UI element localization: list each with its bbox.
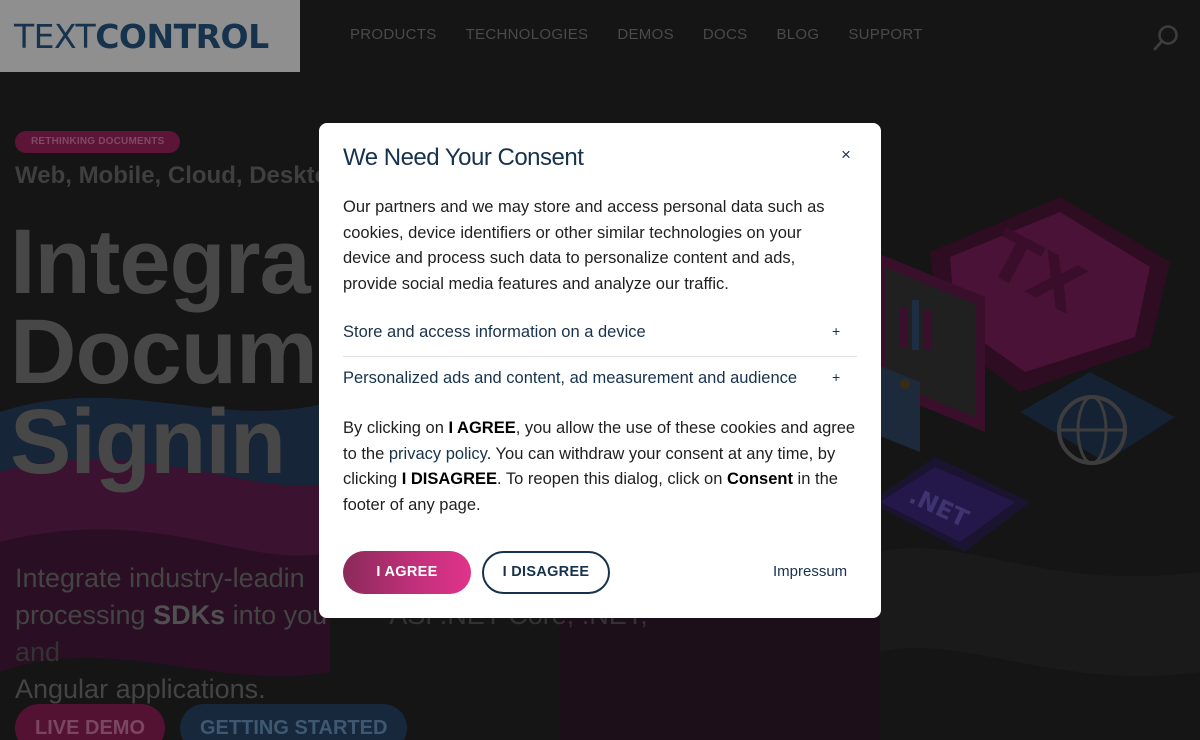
note-disagree-word: I DISAGREE (401, 470, 498, 488)
plus-icon: + (832, 323, 841, 339)
page: TEXTCONTROL PRODUCTS TECHNOLOGIES DEMOS … (0, 0, 1200, 740)
consent-note: By clicking on I AGREE, you allow the us… (343, 419, 856, 514)
dialog-title: We Need Your Consent (343, 144, 584, 171)
plus-icon: + (832, 369, 841, 385)
privacy-policy-link[interactable]: privacy policy (389, 445, 487, 463)
accordion-label: Store and access information on a device (343, 323, 646, 341)
dialog-body-text: Our partners and we may store and access… (343, 198, 825, 293)
impressum-link[interactable]: Impressum (773, 563, 847, 580)
accordion-personalized-ads[interactable]: Personalized ads and content, ad measure… (343, 366, 857, 396)
accordion-store-access[interactable]: Store and access information on a device… (343, 320, 857, 357)
note-agree-word: I AGREE (448, 419, 516, 437)
agree-button[interactable]: I AGREE (343, 551, 471, 594)
consent-dialog: We Need Your Consent × Our partners and … (319, 123, 881, 618)
modal-overlay: We Need Your Consent × Our partners and … (0, 0, 1200, 740)
accordion-label: Personalized ads and content, ad measure… (343, 369, 798, 387)
note-consent-word: Consent (726, 470, 793, 488)
disagree-button[interactable]: I DISAGREE (482, 551, 610, 594)
close-icon[interactable]: × (838, 146, 854, 163)
